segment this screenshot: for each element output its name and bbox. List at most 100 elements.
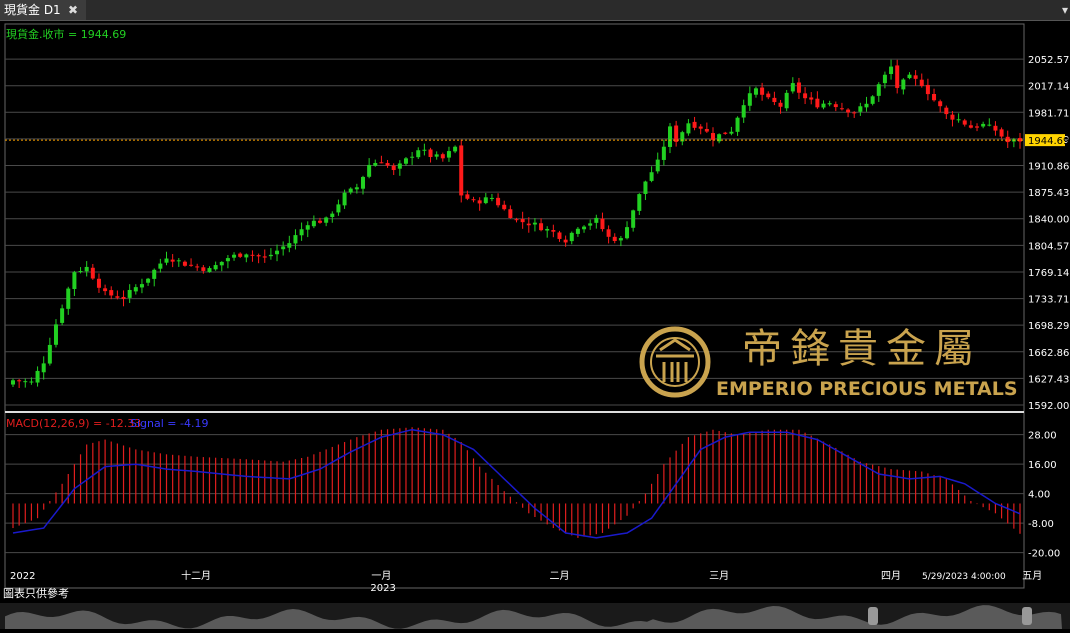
candle-body [514, 219, 519, 221]
candle-body [47, 344, 52, 364]
price-y-tick: 1769.14 [1028, 268, 1069, 279]
chart-tab[interactable]: 現貨金 D1 ✖ [0, 0, 86, 20]
candle-body [710, 133, 715, 140]
candle-body [41, 363, 46, 373]
candle-body [938, 101, 943, 107]
candle-body [594, 217, 599, 223]
candle-body [213, 265, 218, 270]
x-end-label: 5/29/2023 4:00:00 [922, 572, 1006, 582]
close-icon[interactable]: ✖ [68, 0, 78, 20]
x-tick-year: 2023 [370, 583, 395, 594]
candle-body [649, 172, 654, 181]
chart-labels: 現貨金.收市 = 1944.69 MACD(12,26,9) = -12.33 … [6, 27, 1006, 582]
candle-body [956, 119, 961, 121]
chevron-down-icon[interactable]: ▾ [1062, 0, 1068, 20]
candle-body [962, 120, 967, 125]
candle-body [84, 266, 89, 272]
candle-body [121, 296, 126, 299]
candle-body [539, 223, 544, 231]
candle-body [96, 278, 101, 288]
candle-body [901, 79, 906, 90]
candle-body [766, 93, 771, 98]
candle-body [674, 125, 679, 142]
candle-body [385, 163, 390, 166]
axes: 2052.572017.141981.711946.291910.861875.… [10, 55, 1069, 594]
candle-body [600, 218, 605, 230]
candle-body [35, 370, 40, 383]
candle-body [152, 269, 157, 279]
candle-body [588, 223, 593, 226]
candle-body [397, 163, 402, 169]
x-tick-label: 四月 [881, 570, 901, 582]
grid-lines [4, 23, 1025, 589]
candle-body [127, 289, 132, 298]
candle-body [422, 149, 427, 151]
candle-body [17, 380, 22, 382]
candle-body [453, 146, 458, 152]
x-tick-label: 2022 [10, 571, 35, 582]
current-price-tag-text: 1944.69 [1028, 136, 1069, 147]
candle-body [176, 260, 181, 262]
candle-body [625, 227, 630, 239]
chart-tab-title: 現貨金 D1 [4, 3, 61, 17]
candle-body [618, 238, 623, 241]
candle-body [342, 192, 347, 206]
candle-body [950, 114, 955, 120]
chart-tab-bar: 現貨金 D1 ✖ ▾ [0, 0, 1070, 21]
candle-body [434, 154, 439, 157]
candle-body [520, 219, 525, 223]
candle-body [459, 145, 464, 196]
candle-body [483, 197, 488, 204]
candle-body [815, 98, 820, 108]
candle-body [182, 261, 187, 266]
price-series-title: 現貨金.收市 = 1944.69 [6, 27, 126, 41]
candle-body [367, 164, 372, 177]
candle-body [232, 254, 237, 258]
candle-body [428, 149, 433, 157]
x-tick-label: 五月 [1022, 570, 1042, 582]
price-y-tick: 1981.71 [1028, 108, 1069, 119]
candle-body [496, 197, 501, 206]
candle-body [336, 204, 341, 213]
candle-body [729, 131, 734, 134]
candle-body [465, 194, 470, 199]
candle-body [318, 220, 323, 223]
candle-body [686, 123, 691, 134]
x-tick-label: 三月 [709, 570, 729, 582]
candle-body [391, 165, 396, 171]
candle-body [23, 381, 28, 383]
candle-body [803, 93, 808, 99]
candle-body [78, 271, 83, 273]
candle-body [698, 126, 703, 129]
price-y-tick: 1698.29 [1028, 321, 1069, 332]
candle-body [913, 75, 918, 79]
candle-body [852, 112, 857, 114]
candle-body [741, 105, 746, 118]
macd-y-tick: 4.00 [1028, 490, 1050, 501]
scroll-handle-right[interactable] [1022, 607, 1032, 625]
candle-body [502, 204, 507, 210]
candle-body [489, 197, 494, 199]
timeline-scrollbar[interactable] [0, 603, 1070, 629]
candle-body [895, 65, 900, 88]
candle-body [987, 124, 992, 126]
candle-body [993, 125, 998, 131]
price-y-tick: 1804.57 [1028, 241, 1069, 252]
price-y-tick: 1840.00 [1028, 215, 1069, 226]
candle-body [753, 88, 758, 95]
brand-emblem-icon [639, 326, 711, 398]
candle-body [692, 121, 697, 128]
candle-body [139, 284, 144, 288]
candle-body [60, 308, 65, 323]
candle-body [637, 194, 642, 211]
candle-body [747, 93, 752, 106]
candle-body [551, 230, 556, 232]
macd-histogram [12, 427, 1021, 538]
signal-title: Signal = -4.19 [130, 417, 208, 430]
scroll-handle-left[interactable] [868, 607, 878, 625]
candle-body [256, 255, 261, 257]
candle-body [735, 117, 740, 132]
macd-y-tick: -20.00 [1028, 549, 1060, 560]
x-tick-label: 二月 [549, 570, 569, 582]
candle-body [925, 84, 930, 95]
